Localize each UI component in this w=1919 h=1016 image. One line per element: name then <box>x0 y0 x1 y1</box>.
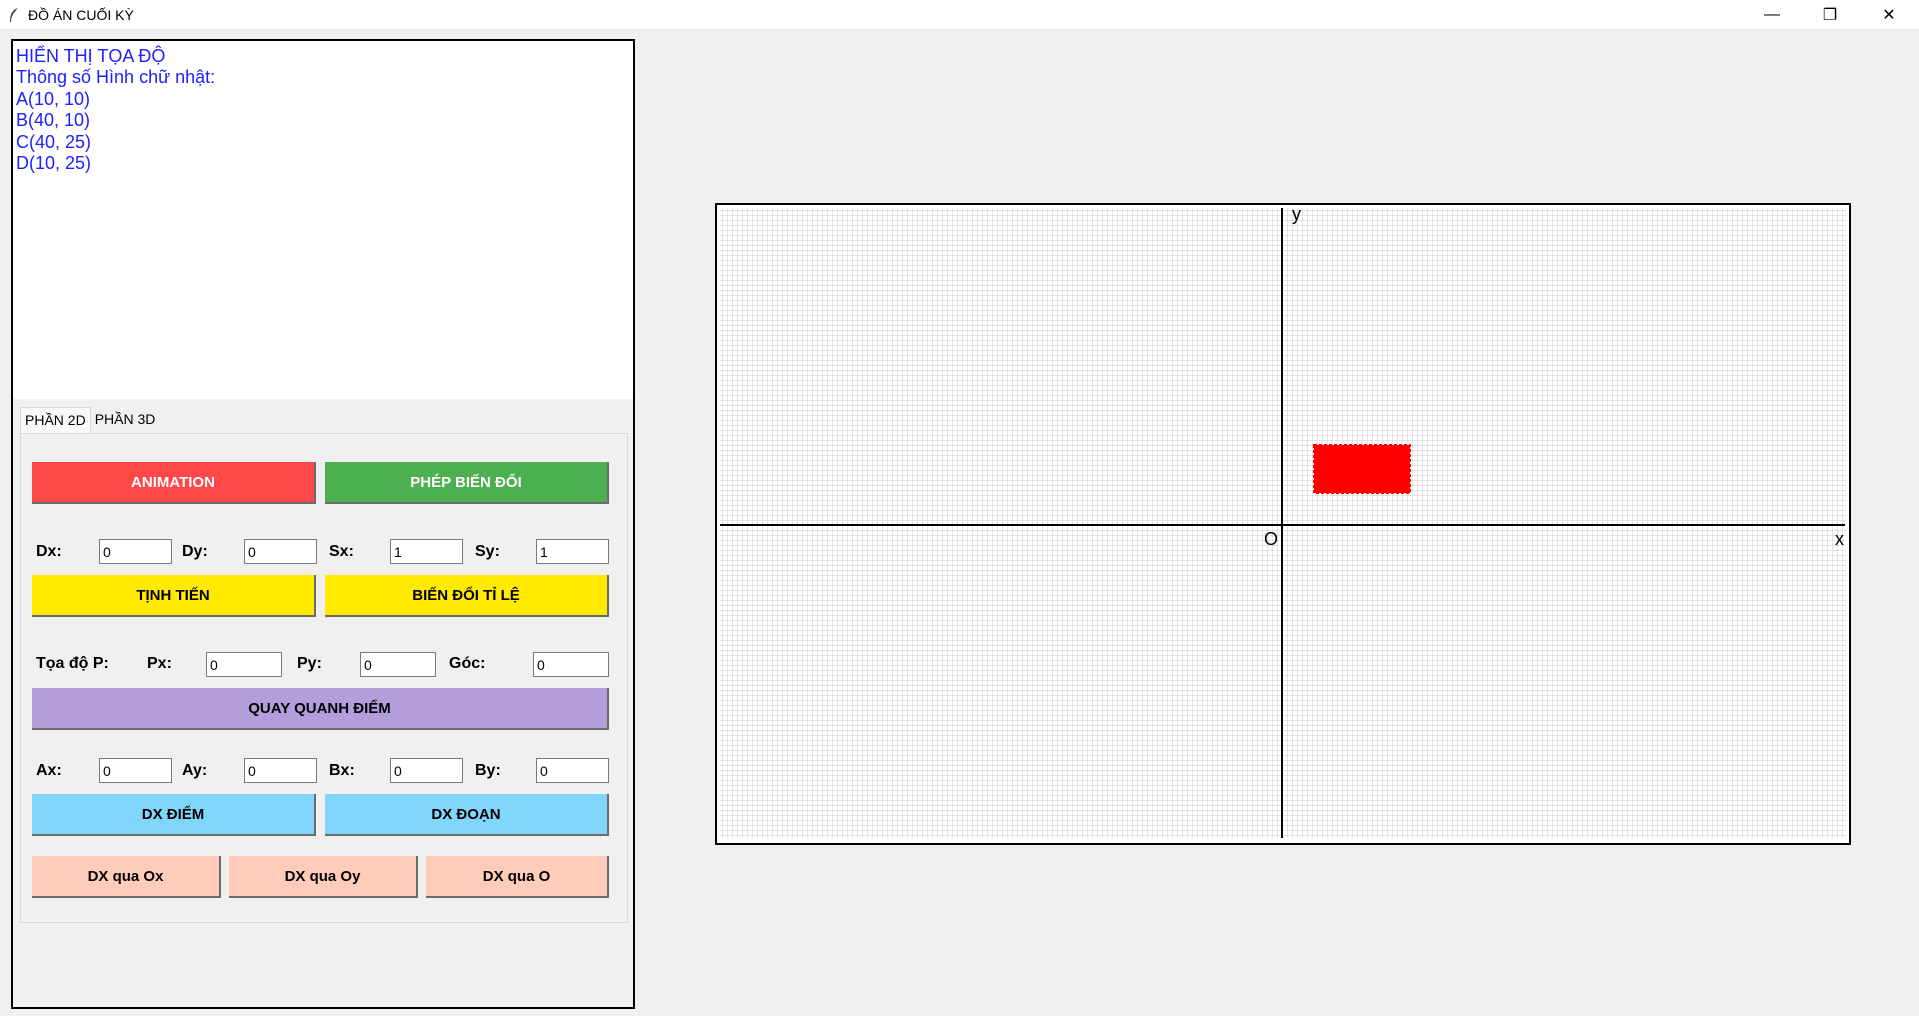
point-p-label: Tọa độ P: <box>36 655 109 672</box>
tab-2d-panel: ANIMATION PHÉP BIẾN ĐỔI Dx: Dy: Sx: Sy: … <box>20 433 628 923</box>
reflect-oy-button[interactable]: DX qua Oy <box>229 856 418 898</box>
coordinate-display: HIỂN THỊ TỌA ĐỘ Thông số Hình chữ nhật: … <box>13 41 633 399</box>
sy-label: Sy: <box>475 543 500 560</box>
reflect-ox-button[interactable]: DX qua Ox <box>32 856 221 898</box>
bx-label: Bx: <box>329 762 355 779</box>
canvas-svg: y x O <box>720 205 1846 838</box>
y-axis-label: y <box>1292 205 1301 224</box>
tab-3d[interactable]: PHẦN 3D <box>91 407 160 433</box>
window-title: ĐỒ ÁN CUỐI KỲ <box>28 7 134 23</box>
ay-label: Ay: <box>182 762 208 779</box>
transform-button[interactable]: PHÉP BIẾN ĐỔI <box>325 462 609 504</box>
sy-input[interactable] <box>536 539 609 564</box>
dy-input[interactable] <box>244 539 317 564</box>
dx-input[interactable] <box>99 539 172 564</box>
feather-icon <box>10 8 18 22</box>
point-b: B(40, 10) <box>16 110 91 131</box>
sx-label: Sx: <box>329 543 354 560</box>
animation-button[interactable]: ANIMATION <box>32 462 316 504</box>
drawing-canvas[interactable]: y x O <box>715 203 1851 845</box>
minimize-button[interactable]: — <box>1743 0 1801 30</box>
scale-button[interactable]: BIẾN ĐỔI TỈ LỆ <box>325 575 609 617</box>
py-label: Py: <box>297 655 322 672</box>
ax-input[interactable] <box>99 758 172 783</box>
point-a: A(10, 10) <box>16 88 91 109</box>
sx-input[interactable] <box>390 539 463 564</box>
px-label: Px: <box>147 655 172 672</box>
origin-label: O <box>1264 529 1278 549</box>
rectangle-shape <box>1313 444 1411 494</box>
reflect-segment-button[interactable]: DX ĐOẠN <box>325 794 609 836</box>
py-input[interactable] <box>360 652 436 677</box>
point-d: D(10, 25) <box>16 153 92 174</box>
point-c: C(40, 25) <box>16 131 92 152</box>
dx-label: Dx: <box>36 543 62 560</box>
by-label: By: <box>475 762 501 779</box>
angle-label: Góc: <box>449 655 486 672</box>
x-axis-label: x <box>1835 529 1844 549</box>
by-input[interactable] <box>536 758 609 783</box>
control-panel: HIỂN THỊ TỌA ĐỘ Thông số Hình chữ nhật: … <box>11 39 635 1009</box>
dy-label: Dy: <box>182 543 208 560</box>
translate-button[interactable]: TỊNH TIẾN <box>32 575 316 617</box>
close-button[interactable]: ✕ <box>1860 0 1918 30</box>
maximize-button[interactable]: ❐ <box>1801 0 1859 30</box>
tab-2d[interactable]: PHẦN 2D <box>20 407 91 433</box>
tab-bar: PHẦN 2D PHẦN 3D <box>20 407 159 433</box>
title-bar: ĐỒ ÁN CUỐI KỲ — ❐ ✕ <box>0 0 1919 30</box>
angle-input[interactable] <box>533 652 609 677</box>
reflect-point-button[interactable]: DX ĐIỂM <box>32 794 316 836</box>
px-input[interactable] <box>206 652 282 677</box>
ax-label: Ax: <box>36 762 62 779</box>
rotate-button[interactable]: QUAY QUANH ĐIỂM <box>32 688 609 730</box>
display-subheading: Thông số Hình chữ nhật: <box>16 67 216 88</box>
ay-input[interactable] <box>244 758 317 783</box>
reflect-origin-button[interactable]: DX qua O <box>426 856 609 898</box>
display-heading: HIỂN THỊ TỌA ĐỘ <box>16 46 166 66</box>
bx-input[interactable] <box>390 758 463 783</box>
